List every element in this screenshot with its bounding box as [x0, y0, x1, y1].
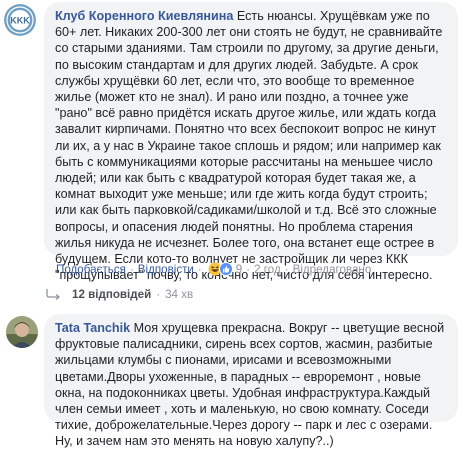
- avatar-tata[interactable]: [6, 316, 38, 348]
- avatar-club-logo[interactable]: KKK: [4, 4, 36, 36]
- like-link[interactable]: Подобається: [56, 263, 126, 276]
- comment-text: Моя хрущевка прекрасна. Вокруг -- цветущ…: [55, 321, 445, 449]
- view-replies[interactable]: 12 відповідей · 34 хв: [44, 287, 193, 301]
- reply-arrow-icon: [46, 289, 61, 300]
- separator-dot: ·: [129, 262, 134, 276]
- comment-bubble: Tata Tanchik Моя хрущевка прекрасна. Вок…: [44, 314, 458, 448]
- replies-count[interactable]: 12 відповідей: [72, 288, 151, 301]
- reply-link[interactable]: Відповісти: [138, 263, 194, 276]
- separator-dot: ·: [284, 262, 289, 276]
- replies-time: 34 хв: [165, 287, 194, 301]
- edited-label[interactable]: Відредаговано: [293, 263, 372, 276]
- comment-text: Есть нюансы. Хрущёвкам уже по 60+ лет. Н…: [55, 9, 443, 283]
- comment-time[interactable]: 2 год: [254, 263, 281, 276]
- comment-author[interactable]: Клуб Коренного Киевлянина: [55, 9, 233, 23]
- reactions[interactable]: 9: [208, 262, 242, 276]
- kkk-logo-icon: KKK: [4, 4, 36, 36]
- comment-bubble: Клуб Коренного Киевлянина Есть нюансы. Х…: [44, 2, 458, 282]
- comment-actions: Подобається · Відповісти · 9 · 2 год · В…: [56, 262, 371, 276]
- comment-author[interactable]: Tata Tanchik: [55, 321, 130, 335]
- separator-dot: ·: [246, 262, 251, 276]
- separator-dot: ·: [156, 287, 161, 301]
- profile-photo-icon: [6, 316, 38, 348]
- svg-text:KKK: KKK: [10, 16, 30, 26]
- like-reaction-icon: [218, 262, 233, 276]
- separator-dot: ·: [197, 262, 202, 276]
